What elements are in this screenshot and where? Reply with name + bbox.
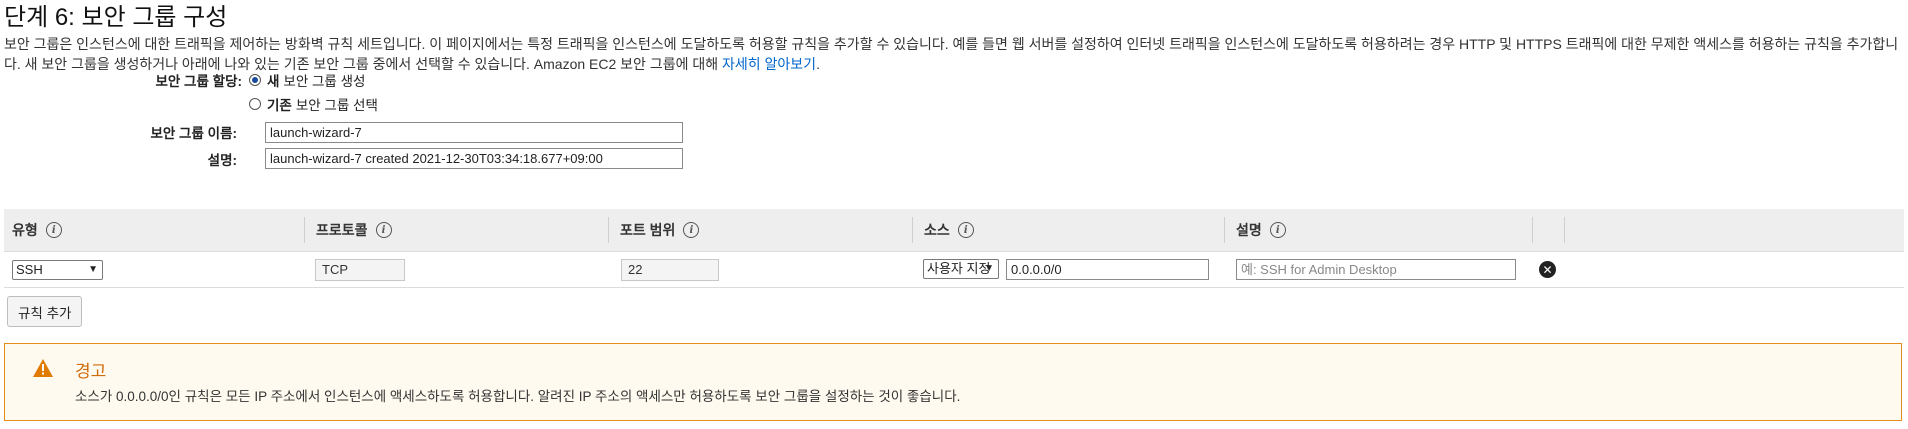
type-select[interactable]: SSH ▼ bbox=[12, 260, 103, 280]
column-divider[interactable] bbox=[1532, 217, 1533, 243]
add-rule-button[interactable]: 규칙 추가 bbox=[7, 296, 83, 327]
column-label-source: 소스 bbox=[924, 222, 950, 238]
source-cidr-input[interactable]: 0.0.0.0/0 bbox=[1006, 259, 1209, 280]
rule-description-input[interactable]: 예: SSH for Admin Desktop bbox=[1236, 259, 1516, 280]
column-divider[interactable] bbox=[304, 217, 305, 243]
assign-label: 보안 그룹 할당: bbox=[155, 74, 242, 89]
rules-table-header: 유형 i 프로토콜 i 포트 범위 i 소스 i 설명 i bbox=[4, 209, 1904, 252]
column-divider[interactable] bbox=[1224, 217, 1225, 243]
column-header-description: 설명 i bbox=[1228, 209, 1528, 251]
column-label-port-range: 포트 범위 bbox=[620, 222, 676, 238]
radio-existing-label: 보안 그룹 선택 bbox=[295, 98, 378, 113]
page-title: 단계 6: 보안 그룹 구성 bbox=[4, 4, 228, 31]
remove-rule-icon[interactable]: ✕ bbox=[1539, 261, 1556, 278]
type-select-value: SSH bbox=[16, 262, 43, 277]
warning-message: 소스가 0.0.0.0/0인 규칙은 모든 IP 주소에서 인스턴스에 액세스하… bbox=[75, 389, 961, 404]
radio-new-bold: 새 bbox=[267, 74, 280, 89]
radio-new-label: 보안 그룹 생성 bbox=[283, 74, 366, 89]
group-name-input[interactable]: launch-wizard-7 bbox=[265, 122, 683, 143]
learn-more-link[interactable]: 자세히 알아보기 bbox=[722, 56, 816, 72]
chevron-down-icon: ▼ bbox=[88, 264, 98, 275]
table-row: SSH ▼ TCP 22 사용자 지정 ▼ 0.0.0.0/0 예: SSH f… bbox=[4, 251, 1904, 288]
group-name-label: 보안 그룹 이름: bbox=[150, 126, 237, 141]
column-header-protocol: 프로토콜 i bbox=[308, 209, 608, 251]
column-divider[interactable] bbox=[1564, 217, 1565, 243]
radio-new-group[interactable]: 새 보안 그룹 생성 bbox=[249, 70, 365, 90]
port-range-field: 22 bbox=[621, 259, 719, 281]
radio-button-checked[interactable] bbox=[249, 74, 261, 86]
group-desc-input[interactable]: launch-wizard-7 created 2021-12-30T03:34… bbox=[265, 148, 683, 169]
info-icon[interactable]: i bbox=[683, 222, 700, 238]
intro-period: . bbox=[816, 56, 820, 72]
info-icon[interactable]: i bbox=[375, 222, 392, 238]
protocol-field: TCP bbox=[315, 259, 405, 281]
radio-existing-bold: 기존 bbox=[267, 98, 292, 113]
column-divider[interactable] bbox=[912, 217, 913, 243]
source-mode-select[interactable]: 사용자 지정 ▼ bbox=[923, 259, 999, 279]
info-icon[interactable]: i bbox=[1269, 222, 1286, 238]
intro-paragraph: 보안 그룹은 인스턴스에 대한 트래픽을 제어하는 방화벽 규칙 세트입니다. … bbox=[4, 36, 1899, 72]
column-divider[interactable] bbox=[608, 217, 609, 243]
column-header-type: 유형 i bbox=[4, 209, 304, 251]
warning-alert: 경고 소스가 0.0.0.0/0인 규칙은 모든 IP 주소에서 인스턴스에 액… bbox=[4, 343, 1902, 421]
group-desc-label: 설명: bbox=[207, 153, 237, 168]
info-icon[interactable]: i bbox=[45, 222, 62, 238]
info-icon[interactable]: i bbox=[957, 222, 974, 238]
warning-title: 경고 bbox=[75, 362, 107, 381]
column-header-source: 소스 i bbox=[916, 209, 1226, 251]
source-mode-value: 사용자 지정 bbox=[927, 261, 991, 276]
column-label-description: 설명 bbox=[1236, 222, 1262, 238]
chevron-down-icon: ▼ bbox=[984, 263, 994, 274]
radio-button-unchecked[interactable] bbox=[249, 98, 261, 110]
intro-text: 보안 그룹은 인스턴스에 대한 트래픽을 제어하는 방화벽 규칙 세트입니다. … bbox=[4, 34, 1904, 74]
rule-description-placeholder: 예: SSH for Admin Desktop bbox=[1241, 262, 1397, 277]
column-label-protocol: 프로토콜 bbox=[316, 222, 368, 238]
warning-triangle-icon bbox=[33, 359, 53, 377]
column-header-port-range: 포트 범위 i bbox=[612, 209, 912, 251]
radio-existing-group[interactable]: 기존 보안 그룹 선택 bbox=[249, 94, 378, 114]
column-label-type: 유형 bbox=[12, 222, 38, 238]
